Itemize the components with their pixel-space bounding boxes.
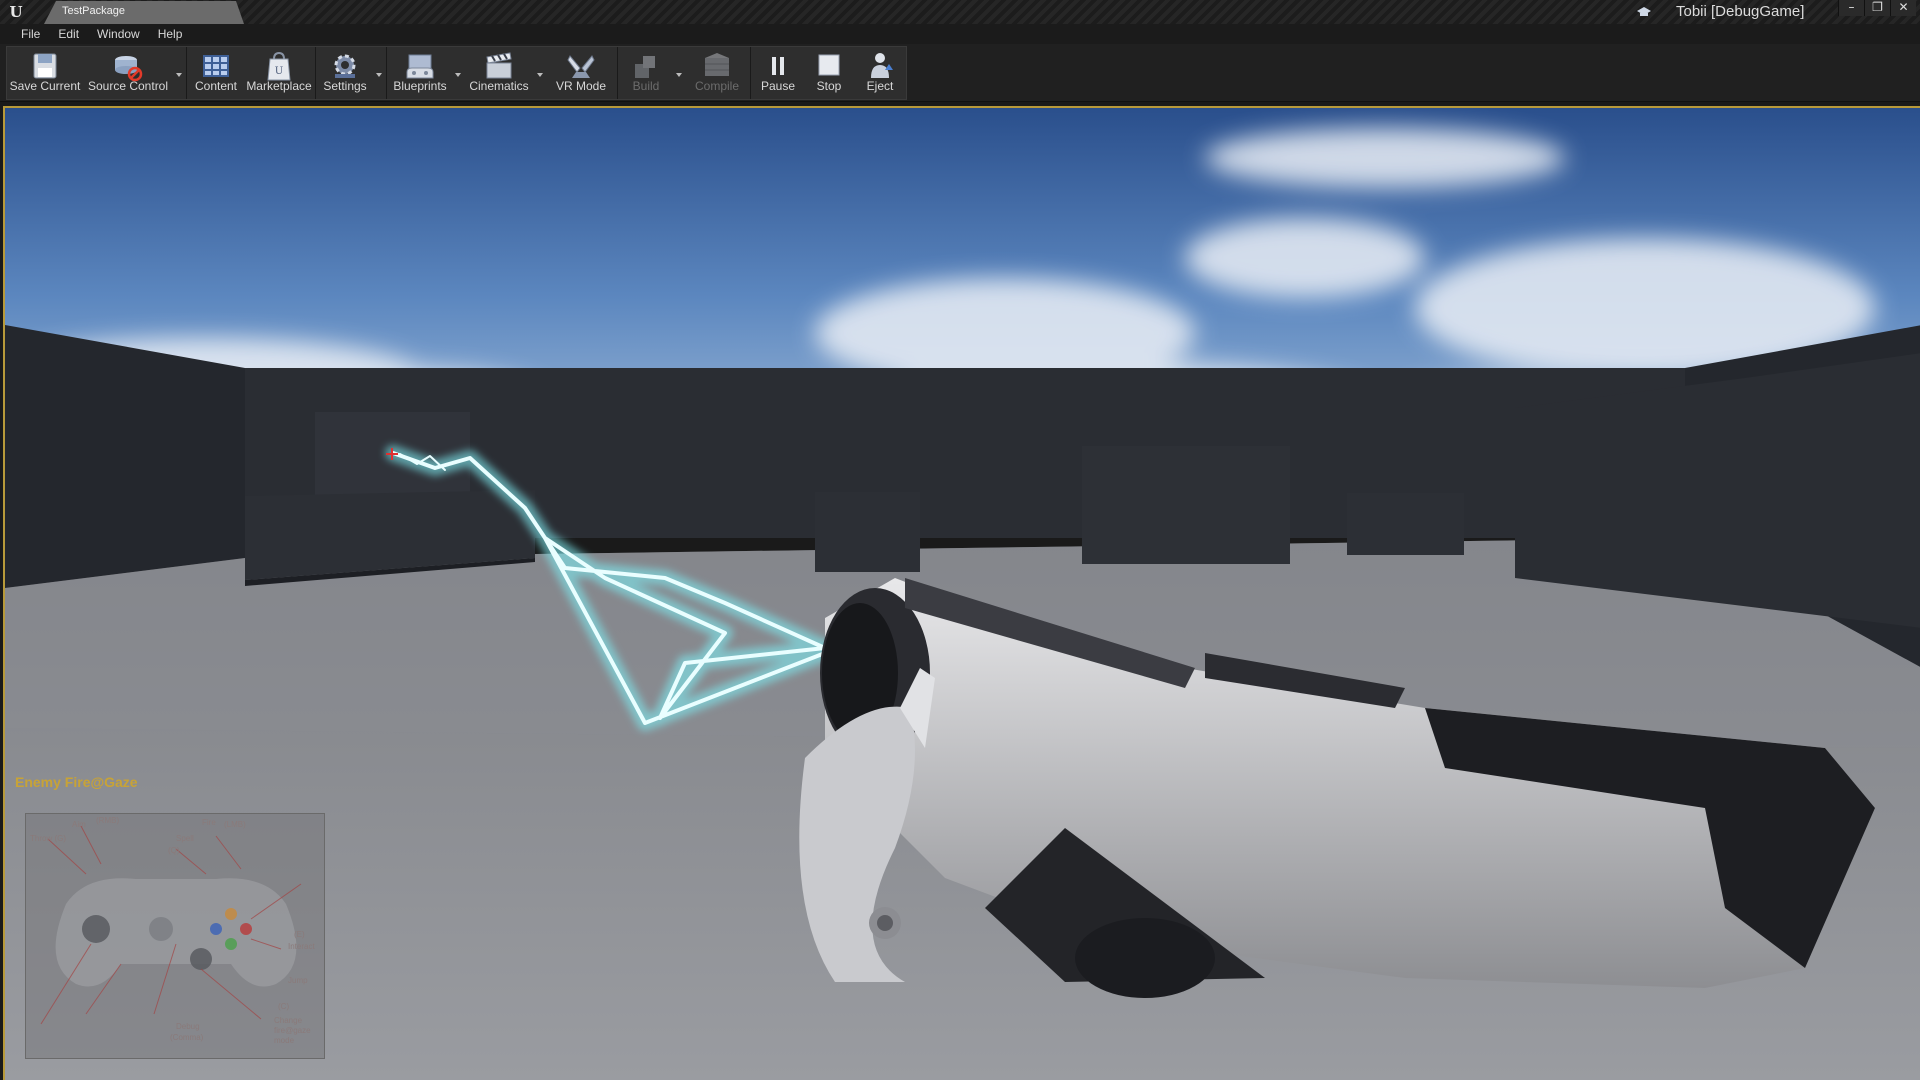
session-label: Tobii [DebugGame] bbox=[1676, 3, 1805, 20]
compile-button[interactable]: Compile bbox=[685, 47, 749, 99]
fire-at-gaze-label: fire@gaze bbox=[274, 1026, 311, 1035]
source-control-button[interactable]: Source Control bbox=[83, 47, 173, 99]
cinematics-dropdown[interactable] bbox=[534, 47, 546, 99]
menu-edit[interactable]: Edit bbox=[49, 27, 88, 41]
eject-person-icon bbox=[871, 53, 893, 78]
toolbar-separator bbox=[617, 47, 618, 99]
pause-icon bbox=[772, 57, 784, 75]
vr-mode-button[interactable]: VR Mode bbox=[546, 47, 616, 99]
game-viewport[interactable]: Enemy Fire@Gaze Throw (G) Aim (RMB) Spel… bbox=[3, 106, 1920, 1080]
svg-text:U: U bbox=[275, 66, 283, 77]
document-tab[interactable]: TestPackage bbox=[44, 1, 244, 24]
build-button[interactable]: Build bbox=[619, 47, 673, 99]
blueprints-controller-icon bbox=[406, 54, 434, 79]
jump-label: Jump bbox=[288, 976, 308, 985]
mode-label-small: mode bbox=[274, 1036, 295, 1045]
toolbar-separator bbox=[186, 47, 187, 99]
source-control-icon bbox=[115, 56, 143, 82]
clapperboard-icon bbox=[486, 52, 512, 79]
stop-icon bbox=[818, 54, 840, 76]
blueprints-button[interactable]: Blueprints bbox=[388, 47, 452, 99]
compile-icon bbox=[705, 53, 729, 76]
fire-label: Fire bbox=[202, 818, 216, 827]
vr-controllers-icon bbox=[567, 55, 595, 78]
close-button[interactable]: ✕ bbox=[1890, 0, 1916, 16]
content-button[interactable]: Content bbox=[188, 47, 244, 99]
mode-label: Enemy Fire@Gaze bbox=[15, 774, 138, 790]
aim-label: Aim bbox=[72, 820, 86, 829]
spell-label: Spell bbox=[176, 834, 194, 843]
menu-help[interactable]: Help bbox=[149, 27, 192, 41]
build-blocks-icon bbox=[635, 56, 655, 78]
menu-window[interactable]: Window bbox=[88, 27, 149, 41]
debug-label: Debug bbox=[176, 1022, 200, 1031]
change-label: Change bbox=[274, 1016, 303, 1025]
settings-dropdown[interactable] bbox=[373, 47, 385, 99]
c-key-label: (C) bbox=[278, 1002, 290, 1011]
unreal-logo-icon: U bbox=[9, 3, 23, 21]
comma-label: (Comma) bbox=[170, 1033, 204, 1042]
toolbar-separator bbox=[315, 47, 316, 99]
toolbar-separator bbox=[750, 47, 751, 99]
minimize-button[interactable]: – bbox=[1838, 0, 1864, 16]
spell-key-label: (Q) bbox=[168, 846, 180, 855]
toolbar: Save Current Source Control Content U Ma… bbox=[0, 44, 1920, 102]
e-key-label: (E) bbox=[294, 930, 305, 939]
settings-gear-icon bbox=[334, 54, 356, 78]
save-current-button[interactable]: Save Current bbox=[7, 47, 83, 99]
settings-button[interactable]: Settings bbox=[317, 47, 373, 99]
graduation-cap-icon[interactable] bbox=[1636, 4, 1652, 20]
build-dropdown[interactable] bbox=[673, 47, 685, 99]
menu-file[interactable]: File bbox=[12, 27, 49, 41]
pause-button[interactable]: Pause bbox=[752, 47, 804, 99]
save-icon bbox=[33, 53, 57, 79]
menu-bar: File Edit Window Help bbox=[0, 24, 1920, 44]
stop-button[interactable]: Stop bbox=[804, 47, 854, 99]
document-tab-label: TestPackage bbox=[62, 5, 125, 17]
rmb-label: (RMB) bbox=[96, 816, 120, 825]
toolbar-separator bbox=[386, 47, 387, 99]
controller-help-panel: Throw (G) Aim (RMB) Spell (Q) Fire (LMB)… bbox=[25, 813, 325, 1059]
title-bar: U TestPackage Tobii [DebugGame] – ❐ ✕ bbox=[0, 0, 1920, 24]
eject-button[interactable]: Eject bbox=[854, 47, 906, 99]
source-control-dropdown[interactable] bbox=[173, 47, 185, 99]
content-grid-icon bbox=[203, 55, 229, 77]
marketplace-button[interactable]: U Marketplace bbox=[244, 47, 314, 99]
cinematics-button[interactable]: Cinematics bbox=[464, 47, 534, 99]
throw-label: Throw (G) bbox=[30, 834, 66, 843]
interact-label: Interact bbox=[288, 942, 315, 951]
restore-button[interactable]: ❐ bbox=[1864, 0, 1890, 16]
marketplace-bag-icon: U bbox=[267, 51, 291, 81]
lmb-label: (LMB) bbox=[224, 820, 246, 829]
blueprints-dropdown[interactable] bbox=[452, 47, 464, 99]
window-controls: – ❐ ✕ bbox=[1838, 0, 1916, 16]
